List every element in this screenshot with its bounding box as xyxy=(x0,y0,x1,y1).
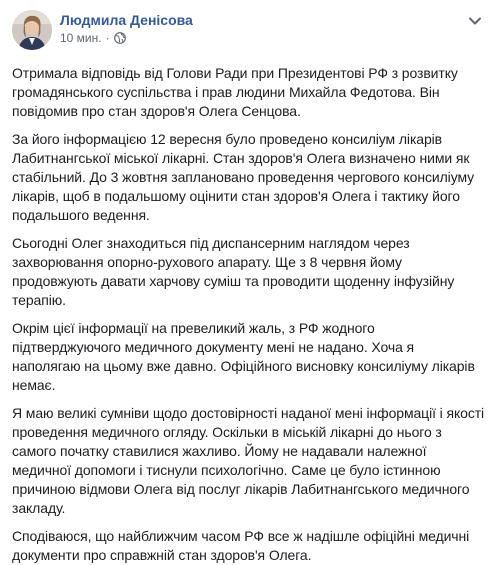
post-body: Отримала відповідь від Голови Ради при П… xyxy=(12,64,485,565)
post-paragraph: Я маю великі сумніви щодо достовірності … xyxy=(12,405,485,516)
author-name[interactable]: Людмила Денісова xyxy=(60,11,193,29)
globe-icon[interactable] xyxy=(113,32,126,44)
post-paragraph: Сьогодні Олег знаходиться під диспансерн… xyxy=(12,235,455,308)
post-paragraph: Отримала відповідь від Голови Ради при П… xyxy=(12,65,458,119)
post-paragraph: Окрім цієї інформації на превеликий жаль… xyxy=(12,320,475,393)
post-timestamp[interactable]: 10 мин. xyxy=(60,30,102,46)
post-paragraph: Сподіваюся, що найближчим часом РФ все ж… xyxy=(12,528,470,563)
post-meta: 10 мин. · xyxy=(60,30,193,46)
header-text: Людмила Денісова 10 мин. · xyxy=(60,10,193,46)
post-header: Людмила Денісова 10 мин. · xyxy=(12,10,485,50)
post-paragraph: За його інформацією 12 вересня було пров… xyxy=(12,131,475,223)
avatar-image xyxy=(12,10,52,50)
chevron-down-icon[interactable] xyxy=(467,14,483,26)
meta-separator: · xyxy=(105,31,110,45)
avatar[interactable] xyxy=(12,10,52,50)
facebook-post: Людмила Денісова 10 мин. · Отримала відп… xyxy=(0,0,497,563)
